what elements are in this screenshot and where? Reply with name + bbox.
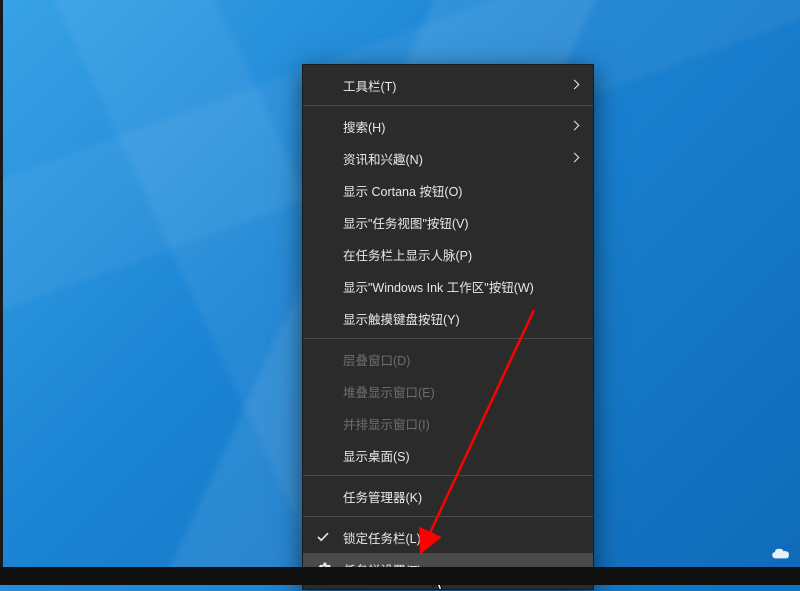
menu-item[interactable]: 显示"Windows Ink 工作区"按钮(W): [303, 270, 593, 302]
menu-item-label: 显示 Cortana 按钮(O): [343, 181, 579, 200]
menu-item[interactable]: 锁定任务栏(L): [303, 521, 593, 553]
menu-item: 并排显示窗口(I): [303, 407, 593, 439]
menu-separator: [303, 516, 593, 517]
menu-item[interactable]: 资讯和兴趣(N): [303, 142, 593, 174]
menu-item-label: 搜索(H): [343, 117, 573, 136]
menu-item-label: 任务管理器(K): [343, 487, 579, 506]
menu-item-label: 在任务栏上显示人脉(P): [343, 245, 579, 264]
taskbar[interactable]: [0, 567, 800, 585]
menu-item-label: 并排显示窗口(I): [343, 414, 579, 433]
menu-item-label: 资讯和兴趣(N): [343, 149, 573, 168]
menu-item[interactable]: 显示桌面(S): [303, 439, 593, 471]
menu-item-label: 显示桌面(S): [343, 446, 579, 465]
menu-item[interactable]: 显示触摸键盘按钮(Y): [303, 302, 593, 334]
chevron-right-icon: [573, 80, 579, 90]
menu-item[interactable]: 显示"任务视图"按钮(V): [303, 206, 593, 238]
menu-item[interactable]: 显示 Cortana 按钮(O): [303, 174, 593, 206]
menu-item: 堆叠显示窗口(E): [303, 375, 593, 407]
menu-separator: [303, 105, 593, 106]
chevron-right-icon: [573, 121, 579, 131]
menu-item[interactable]: 任务管理器(K): [303, 480, 593, 512]
menu-item-label: 锁定任务栏(L): [343, 528, 579, 547]
menu-separator: [303, 475, 593, 476]
menu-item[interactable]: 在任务栏上显示人脉(P): [303, 238, 593, 270]
menu-item-label: 显示"Windows Ink 工作区"按钮(W): [343, 277, 579, 296]
chevron-right-icon: [573, 153, 579, 163]
window-frame-left: [0, 0, 3, 585]
menu-item-label: 堆叠显示窗口(E): [343, 382, 579, 401]
menu-item-label: 显示"任务视图"按钮(V): [343, 213, 579, 232]
check-icon: [317, 531, 329, 543]
taskbar-context-menu: 工具栏(T) 搜索(H) 资讯和兴趣(N) 显示 Cortana 按钮(O) 显示"任务…: [302, 64, 594, 590]
cloud-tray-icon[interactable]: [770, 547, 792, 561]
menu-item-label: 层叠窗口(D): [343, 350, 579, 369]
menu-item: 层叠窗口(D): [303, 343, 593, 375]
menu-item-label: 显示触摸键盘按钮(Y): [343, 309, 579, 328]
menu-item[interactable]: 搜索(H): [303, 110, 593, 142]
menu-item-label: 工具栏(T): [343, 76, 573, 95]
menu-item[interactable]: 工具栏(T): [303, 69, 593, 101]
menu-separator: [303, 338, 593, 339]
